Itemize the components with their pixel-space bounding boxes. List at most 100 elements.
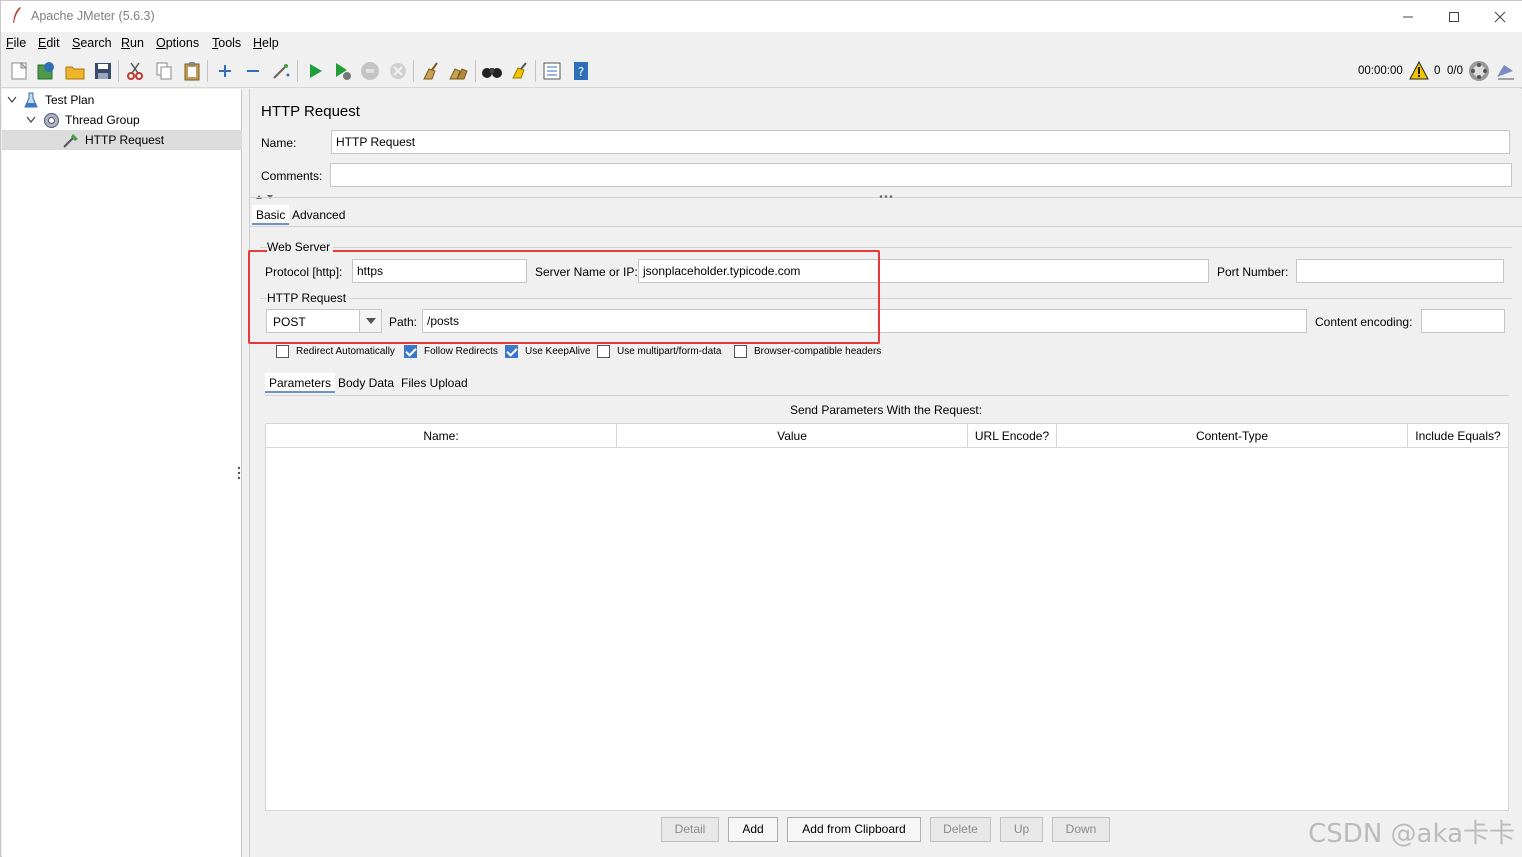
toggle-wand-icon: [273, 64, 290, 79]
name-label: Name:: [261, 136, 297, 150]
chevron-down-icon[interactable]: [26, 116, 36, 124]
collapse-all-button[interactable]: [241, 59, 265, 83]
toolbar-separator: [475, 60, 476, 82]
server-name-field-value: jsonplaceholder.typicode.com: [643, 264, 801, 278]
menu-run[interactable]: Run: [121, 36, 144, 50]
column-header-content-type[interactable]: Content-Type: [1057, 424, 1408, 448]
beaker-icon: [24, 92, 38, 108]
menu-edit[interactable]: Edit: [38, 36, 60, 50]
tree-item-thread-group[interactable]: Thread Group: [2, 110, 242, 130]
up-button[interactable]: Up: [1000, 817, 1043, 842]
menu-tools[interactable]: Tools: [212, 36, 241, 50]
menu-mnemonic: E: [38, 36, 47, 50]
redirect-automatically-checkbox[interactable]: [276, 345, 289, 358]
use-multipart-checkbox[interactable]: [597, 345, 610, 358]
minimize-button[interactable]: [1385, 1, 1431, 32]
start-button[interactable]: [303, 59, 327, 83]
chevron-down-icon[interactable]: [7, 96, 17, 104]
jmeter-window: Apache JMeter (5.6.3) File Edit Search R…: [0, 0, 1522, 857]
http-request-panel: HTTP Request Name: HTTP Request Comments…: [250, 89, 1522, 857]
close-button[interactable]: [1477, 1, 1522, 32]
protocol-label: Protocol [http]:: [265, 265, 343, 279]
browser-compatible-headers-checkbox[interactable]: [734, 345, 747, 358]
jmeter-feather-icon: [13, 7, 21, 23]
toolbar-separator: [207, 60, 208, 82]
subtab-divider: [265, 395, 1509, 396]
detail-button[interactable]: Detail: [661, 817, 719, 842]
save-button[interactable]: [91, 59, 115, 83]
shutdown-button[interactable]: [386, 59, 410, 83]
column-header-include-equals[interactable]: Include Equals?: [1408, 424, 1508, 448]
use-keepalive-checkbox[interactable]: [505, 345, 518, 358]
menu-file[interactable]: File: [6, 36, 26, 50]
tab-files-upload[interactable]: Files Upload: [397, 373, 472, 393]
parameters-table[interactable]: Name: Value URL Encode? Content-Type Inc…: [265, 423, 1509, 811]
stop-button[interactable]: [358, 59, 382, 83]
down-button[interactable]: Down: [1052, 817, 1110, 842]
reset-search-button[interactable]: [508, 59, 532, 83]
delete-button[interactable]: Delete: [930, 817, 991, 842]
chevron-down-icon: [366, 318, 376, 324]
method-dropdown-button[interactable]: [359, 310, 381, 332]
tab-parameters[interactable]: Parameters: [265, 373, 336, 393]
start-no-pauses-button[interactable]: [330, 59, 354, 83]
menu-mnemonic: T: [212, 36, 219, 50]
tab-body-data[interactable]: Body Data: [334, 373, 398, 393]
search-button[interactable]: [480, 59, 504, 83]
menu-options[interactable]: Options: [156, 36, 199, 50]
shutdown-icon: [390, 63, 406, 79]
tree-item-test-plan[interactable]: Test Plan: [2, 90, 242, 110]
port-number-field[interactable]: [1296, 259, 1504, 283]
add-from-clipboard-button[interactable]: Add from Clipboard: [787, 817, 921, 842]
comments-field[interactable]: [330, 163, 1512, 187]
tree-item-http-request[interactable]: HTTP Request: [2, 130, 242, 150]
path-field-value: /posts: [427, 314, 460, 328]
column-header-name[interactable]: Name:: [266, 424, 617, 448]
clear-all-button[interactable]: [447, 59, 471, 83]
follow-redirects-checkbox[interactable]: [404, 345, 417, 358]
cut-button[interactable]: [123, 59, 147, 83]
open-button[interactable]: [63, 59, 87, 83]
watermark: CSDN @aka卡卡: [1308, 819, 1515, 849]
menu-search[interactable]: Search: [72, 36, 112, 50]
toolbar-separator: [535, 60, 536, 82]
paste-button[interactable]: [180, 59, 204, 83]
copy-button[interactable]: [152, 59, 176, 83]
templates-button[interactable]: [34, 59, 58, 83]
menu-help[interactable]: Help: [253, 36, 279, 50]
comments-label: Comments:: [261, 169, 323, 183]
server-label: Server Name or IP:: [535, 265, 638, 279]
divider-grip-icon[interactable]: [879, 194, 893, 199]
clear-button[interactable]: [418, 59, 442, 83]
content-encoding-field[interactable]: [1421, 309, 1505, 333]
scissors-icon: [127, 62, 143, 80]
help-book-icon: ?: [574, 62, 588, 80]
gear-icon: [44, 113, 59, 128]
help-button[interactable]: ?: [569, 59, 593, 83]
column-header-url-encode[interactable]: URL Encode?: [968, 424, 1057, 448]
web-server-group-line: [260, 247, 1512, 248]
toolbar-separator: [297, 60, 298, 82]
name-field[interactable]: HTTP Request: [331, 130, 1510, 154]
tab-advanced[interactable]: Advanced: [288, 205, 349, 225]
toggle-button[interactable]: [269, 59, 293, 83]
warning-icon[interactable]: [1409, 61, 1429, 80]
add-button[interactable]: Add: [728, 817, 778, 842]
panel-splitter[interactable]: [237, 89, 250, 857]
activity-indicator-icon: [1469, 61, 1489, 81]
tab-basic[interactable]: Basic: [252, 205, 290, 225]
play-icon: [310, 64, 322, 78]
expand-all-button[interactable]: [213, 59, 237, 83]
path-field[interactable]: /posts: [422, 309, 1307, 333]
title-bar: Apache JMeter (5.6.3): [1, 1, 1522, 32]
new-button[interactable]: [7, 59, 31, 83]
server-name-field[interactable]: jsonplaceholder.typicode.com: [638, 259, 1209, 283]
path-label: Path:: [389, 315, 418, 329]
method-select[interactable]: POST: [266, 309, 382, 333]
maximize-button[interactable]: [1431, 1, 1477, 32]
toolbar-separator: [413, 60, 414, 82]
protocol-field[interactable]: https: [352, 259, 527, 283]
function-helper-button[interactable]: [540, 59, 564, 83]
remote-engine-icon[interactable]: [1494, 61, 1516, 81]
column-header-value[interactable]: Value: [617, 424, 968, 448]
